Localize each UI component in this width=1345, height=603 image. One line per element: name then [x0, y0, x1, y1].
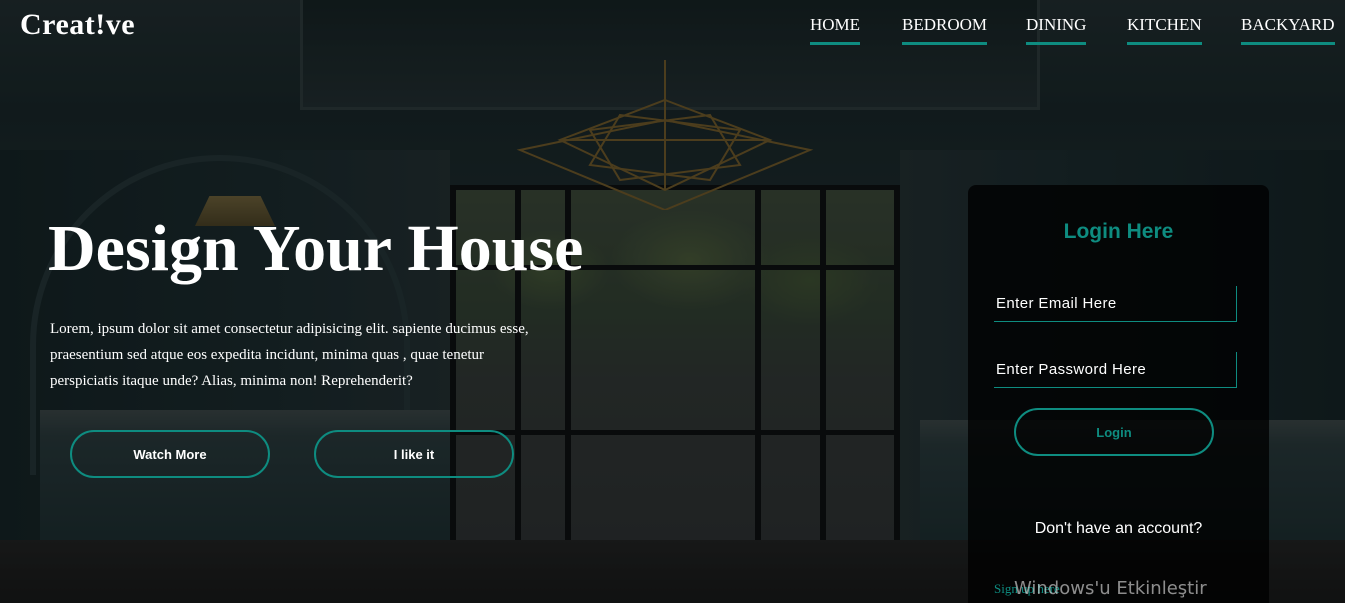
hero-title: Design Your House: [48, 212, 584, 285]
login-card: Login Here Login Don't have an account? …: [968, 185, 1269, 603]
nav-item-home[interactable]: HOME: [810, 15, 861, 45]
password-field[interactable]: [994, 352, 1237, 388]
nav-item-backyard[interactable]: BACKYARD: [1241, 15, 1335, 45]
nav-item-bedroom[interactable]: BEDROOM: [902, 15, 988, 45]
os-activation-watermark: Windows'u Etkinleştir: [1014, 578, 1207, 599]
login-title: Login Here: [1063, 220, 1174, 243]
nav-item-dining[interactable]: DINING: [1026, 15, 1087, 45]
nav-item-kitchen[interactable]: KITCHEN: [1127, 15, 1202, 45]
signup-prompt: Don't have an account?: [1034, 520, 1203, 537]
watch-more-button[interactable]: Watch More: [70, 430, 270, 478]
email-field[interactable]: [994, 286, 1237, 322]
main-nav: HOME BEDROOM DINING KITCHEN BACKYARD: [0, 15, 1345, 47]
hero-description: Lorem, ipsum dolor sit amet consectetur …: [50, 321, 529, 389]
like-button[interactable]: I like it: [314, 430, 514, 478]
login-button[interactable]: Login: [1014, 408, 1214, 456]
